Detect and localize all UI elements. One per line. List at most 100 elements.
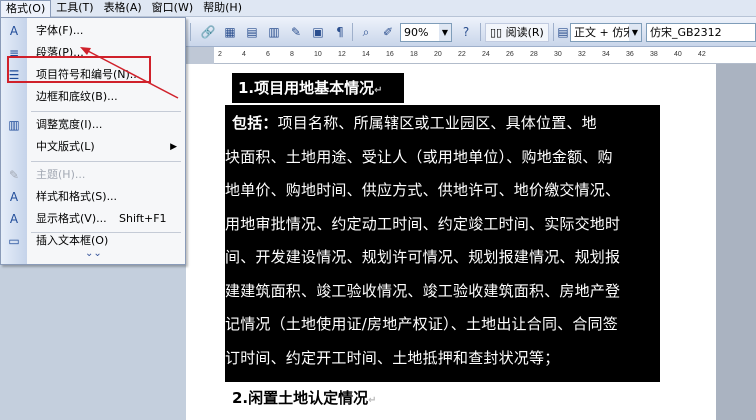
chevron-down-icon: ▼ xyxy=(439,24,451,41)
toolbar-separator xyxy=(480,23,481,41)
font-value: 仿宋_GB2312 xyxy=(650,26,722,39)
bold-lead: 包括： xyxy=(232,114,278,132)
line-text: 建建筑面积、竣工验收情况、竣工验收建筑面积、房地产登 xyxy=(225,281,621,300)
menu-item-label: 显示格式(V)... xyxy=(36,212,107,225)
menu-item-label: 主题(H)... xyxy=(36,168,86,181)
menu-item-styles[interactable]: A 样式和格式(S)... xyxy=(1,186,185,208)
paragraph-mark-icon: ↵ xyxy=(374,85,383,96)
text-line: 用地审批情况、约定动工时间、约定竣工时间、实际交地时 xyxy=(225,213,620,234)
show-hide-icon[interactable]: ¶ xyxy=(332,24,348,40)
ruler-tick-label: 10 xyxy=(314,51,322,58)
heading-1[interactable]: 1.项目用地基本情况↵ xyxy=(232,73,404,103)
spreadsheet-icon[interactable]: ▤ xyxy=(244,24,260,40)
read-icon: ▯▯ xyxy=(490,26,506,39)
menu-item-shortcut: Shift+F1 xyxy=(119,212,167,225)
heading-1-text: 1.项目用地基本情况 xyxy=(238,79,375,97)
toolbar-separator xyxy=(352,23,353,41)
ruler-tick-label: 26 xyxy=(506,51,514,58)
format-painter-icon[interactable]: ✐ xyxy=(380,24,396,40)
styles-icon: A xyxy=(9,190,19,204)
menu-format[interactable]: 格式(O) xyxy=(0,0,52,17)
ruler-tick-label: 18 xyxy=(410,51,418,58)
ruler-tick-label: 12 xyxy=(338,51,346,58)
text-line: 建建筑面积、竣工验收情况、竣工验收建筑面积、房地产登 xyxy=(225,280,620,301)
expand-menu-icon[interactable]: ⌄⌄ xyxy=(85,248,102,262)
ruler-tick-label: 40 xyxy=(674,51,682,58)
ruler-tick-label: 36 xyxy=(626,51,634,58)
text-line: 间、开发建设情况、规划许可情况、规划报建情况、规划报 xyxy=(225,246,620,267)
menu-item-label: 边框和底纹(B)... xyxy=(36,90,118,103)
ruler-tick-label: 42 xyxy=(698,51,706,58)
line-text: 用地审批情况、约定动工时间、约定竣工时间、实际交地时 xyxy=(225,214,621,233)
research-icon[interactable]: ⌕ xyxy=(358,24,374,40)
menu-separator xyxy=(31,111,181,112)
menu-separator xyxy=(31,161,181,162)
read-button[interactable]: ▯▯ 阅读(R) xyxy=(485,23,549,42)
horizontal-ruler[interactable]: 2 4 6 8 10 12 14 16 18 20 22 24 26 28 30 32 34 36 38 40 42 xyxy=(186,47,756,64)
menu-item-borders[interactable]: 边框和底纹(B)... xyxy=(1,86,185,108)
menu-item-label: 字体(F)... xyxy=(36,24,84,37)
font-icon: A xyxy=(9,24,19,38)
text-line: 块面积、土地用途、受让人（或用地单位）、购地金额、购 xyxy=(225,146,613,167)
heading-2-text: 2.闲置土地认定情况 xyxy=(232,389,369,407)
theme-icon: ✎ xyxy=(8,168,20,182)
ruler-tick-label: 38 xyxy=(650,51,658,58)
chevron-down-icon: ▼ xyxy=(629,24,641,41)
highlight-box xyxy=(7,56,151,83)
menu-item-label: 中文版式(L) xyxy=(36,140,95,153)
menu-item-adjust-width[interactable]: ▥ 调整宽度(I)... xyxy=(1,114,185,136)
ruler-tick-label: 6 xyxy=(266,51,270,58)
menu-help[interactable]: 帮助(H) xyxy=(198,0,247,16)
text-line: 记情况（土地使用证/房地产权证）、土地出让合同、合同签 xyxy=(225,313,618,334)
ruler-margin xyxy=(186,47,214,64)
drawing-icon[interactable]: ✎ xyxy=(288,24,304,40)
line-text: 块面积、土地用途、受让人（或用地单位）、购地金额、购 xyxy=(225,147,613,166)
menu-table[interactable]: 表格(A) xyxy=(99,0,147,16)
line-text: 地单价、购地时间、供应方式、供地许可、地价缴交情况、 xyxy=(225,181,621,199)
document-map-icon[interactable]: ▣ xyxy=(310,24,326,40)
zoom-select[interactable]: 90% ▼ xyxy=(400,23,452,42)
line-text: 项目名称、所属辖区或工业园区、具体位置、地 xyxy=(277,114,597,132)
help-icon[interactable]: ? xyxy=(458,24,474,40)
paragraph-mark-icon: ↵ xyxy=(368,395,377,406)
styles-pane-icon[interactable]: ▤ xyxy=(555,24,571,40)
submenu-arrow-icon: ▶ xyxy=(170,142,177,152)
line-text: 订时间、约定开工时间、土地抵押和查封状况等； xyxy=(225,348,560,367)
style-select[interactable]: 正文 + 仿宋 ▼ xyxy=(570,23,642,42)
ruler-tick-label: 28 xyxy=(530,51,538,58)
textbox-icon: ▭ xyxy=(8,234,20,248)
menu-bar: 格式(O) 工具(T) 表格(A) 窗口(W) 帮助(H) xyxy=(0,0,756,17)
menu-item-label: 插入文本框(O) xyxy=(36,234,109,247)
hyperlink-icon[interactable]: 🔗 xyxy=(200,24,216,40)
document-background xyxy=(716,64,756,420)
ruler-tick-label: 20 xyxy=(434,51,442,58)
text-line: 包括：项目名称、所属辖区或工业园区、具体位置、地 xyxy=(232,112,597,133)
zoom-value: 90% xyxy=(404,26,429,39)
ruler-tick-label: 16 xyxy=(386,51,394,58)
menu-item-reveal-formatting[interactable]: A 显示格式(V)... Shift+F1 xyxy=(1,208,185,230)
heading-2[interactable]: 2.闲置土地认定情况↵ xyxy=(232,387,377,408)
table-icon[interactable]: ▦ xyxy=(222,24,238,40)
format-menu: A 字体(F)... ≡ 段落(P)... ☰ 项目符号和编号(N)... 边框… xyxy=(0,17,186,265)
menu-item-font[interactable]: A 字体(F)... xyxy=(1,20,185,42)
menu-tools[interactable]: 工具(T) xyxy=(51,0,98,16)
font-select[interactable]: 仿宋_GB2312 xyxy=(646,23,756,42)
text-line: 订时间、约定开工时间、土地抵押和查封状况等； xyxy=(225,347,559,368)
menu-item-label: 调整宽度(I)... xyxy=(36,118,103,131)
toolbar-separator xyxy=(553,23,554,41)
text-line: 地单价、购地时间、供应方式、供地许可、地价缴交情况、 xyxy=(225,179,620,200)
ruler-tick-label: 4 xyxy=(242,51,246,58)
ruler-tick-label: 32 xyxy=(578,51,586,58)
read-button-label: 阅读(R) xyxy=(505,26,544,39)
menu-window[interactable]: 窗口(W) xyxy=(147,0,198,16)
toolbar-separator xyxy=(190,23,191,41)
ruler-tick-label: 30 xyxy=(554,51,562,58)
ruler-tick-label: 24 xyxy=(482,51,490,58)
menu-item-theme[interactable]: ✎ 主题(H)... xyxy=(1,164,185,186)
ruler-tick-label: 14 xyxy=(362,51,370,58)
ruler-tick-label: 2 xyxy=(218,51,222,58)
ruler-tick-label: 22 xyxy=(458,51,466,58)
width-icon: ▥ xyxy=(8,118,20,132)
menu-item-chinese-layout[interactable]: 中文版式(L) ▶ xyxy=(1,136,185,158)
columns-icon[interactable]: ▥ xyxy=(266,24,282,40)
